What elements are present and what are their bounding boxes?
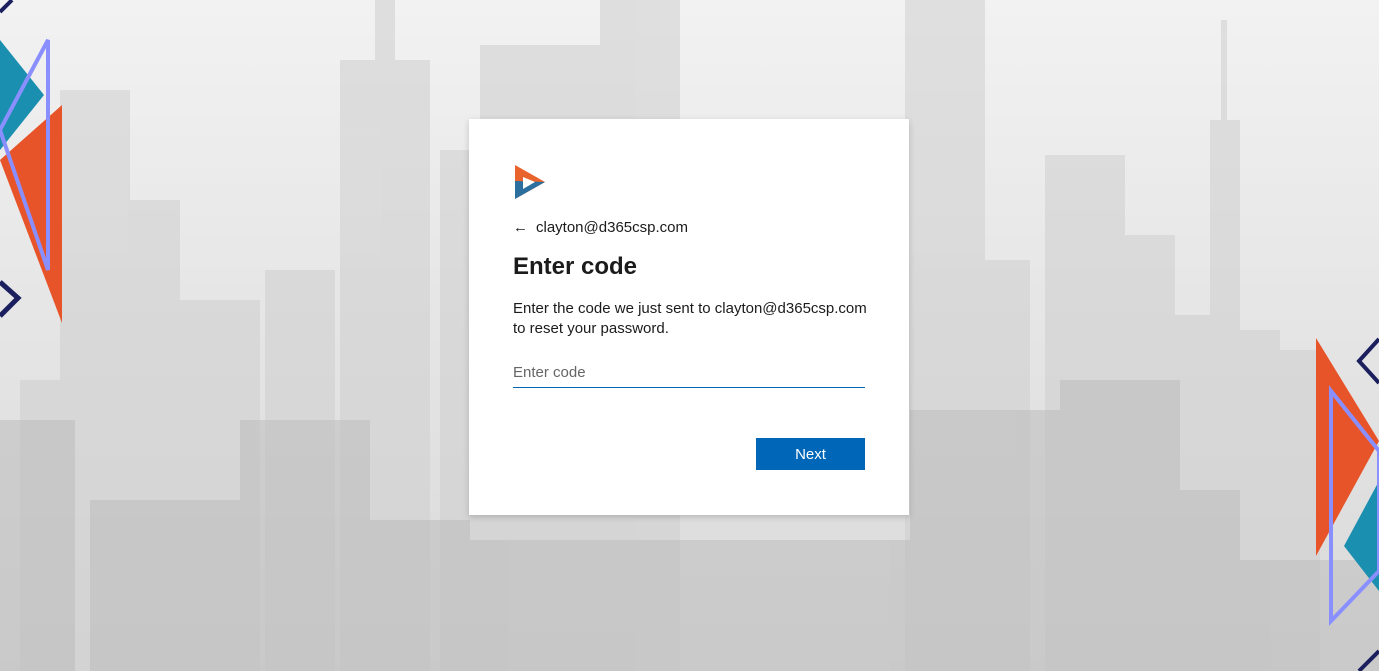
right-decorative-triangles — [1316, 337, 1379, 671]
back-to-account-button[interactable]: ← clayton@d365csp.com — [513, 219, 688, 236]
account-email: clayton@d365csp.com — [536, 219, 688, 236]
page-title: Enter code — [513, 253, 638, 280]
arrow-left-icon: ← — [513, 219, 528, 236]
next-button[interactable]: Next — [756, 438, 865, 470]
company-logo — [515, 165, 545, 199]
left-decorative-triangles — [0, 0, 62, 323]
signin-card: ← clayton@d365csp.com Enter code Enter t… — [469, 119, 909, 515]
code-input[interactable] — [513, 357, 865, 388]
code-instructions: Enter the code we just sent to clayton@d… — [513, 300, 867, 337]
